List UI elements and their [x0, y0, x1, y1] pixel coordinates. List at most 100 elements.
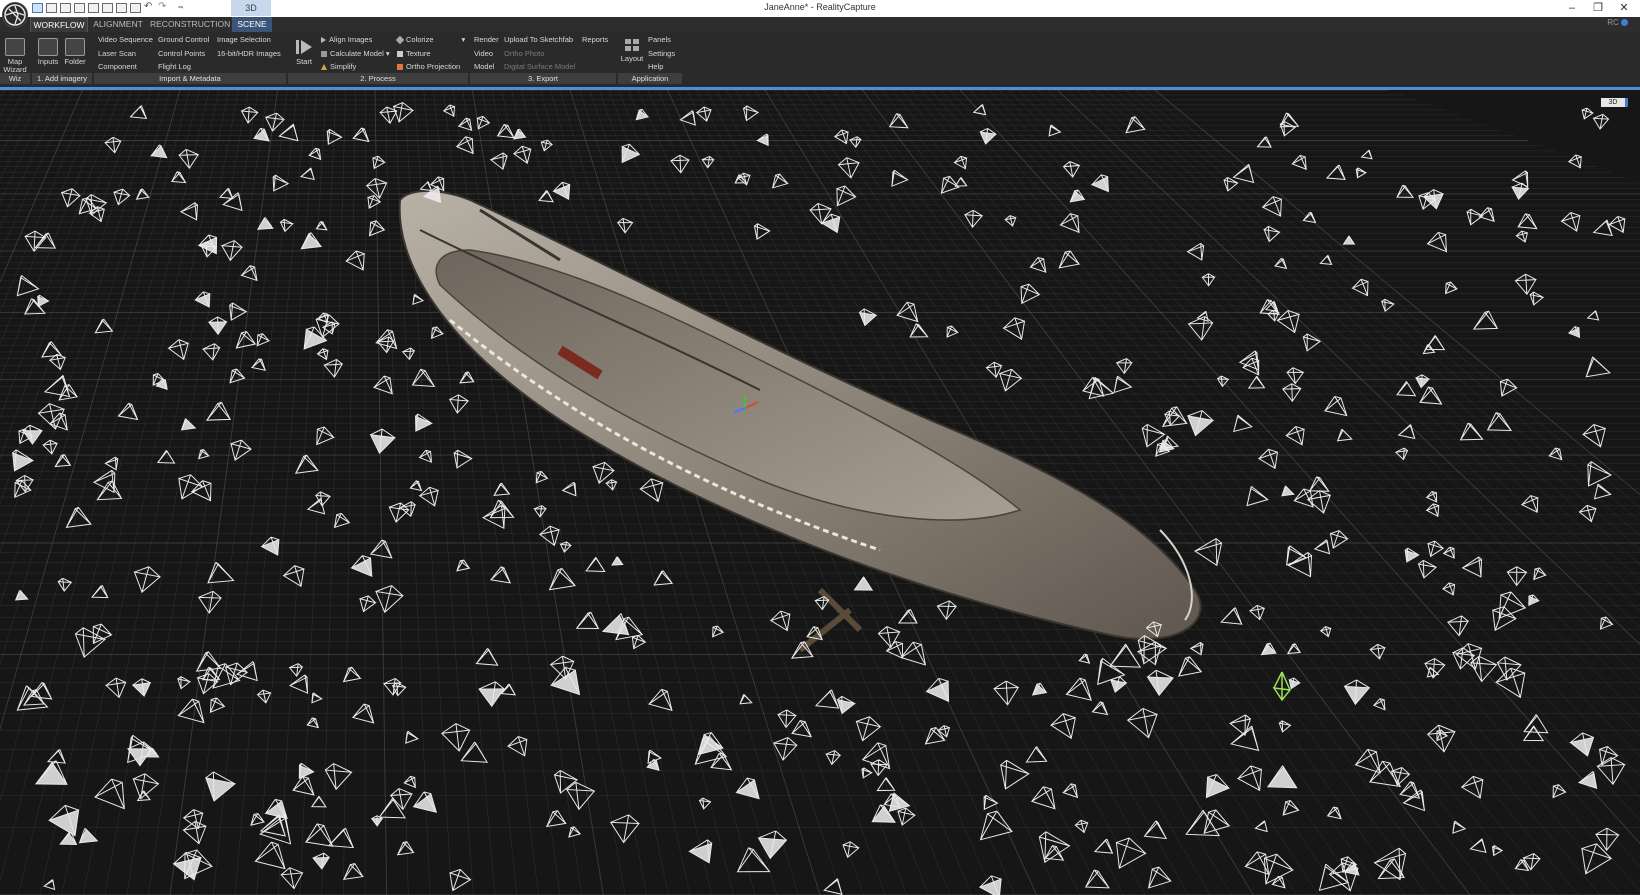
camera-frustum[interactable] [221, 240, 244, 262]
camera-frustum[interactable] [475, 648, 499, 666]
camera-frustum[interactable] [113, 188, 131, 206]
camera-frustum[interactable] [312, 852, 331, 870]
camera-frustum[interactable] [403, 775, 416, 789]
camera-frustum[interactable] [476, 115, 491, 130]
camera-frustum[interactable] [194, 291, 211, 308]
camera-frustum[interactable] [1062, 161, 1081, 178]
inputs-button[interactable]: Inputs [36, 38, 60, 66]
camera-frustum[interactable] [1254, 820, 1268, 833]
camera-frustum[interactable] [493, 482, 511, 497]
camera-frustum[interactable] [1319, 626, 1332, 638]
camera-frustum[interactable] [170, 171, 187, 184]
camera-frustum[interactable] [12, 449, 35, 472]
camera-frustum[interactable] [198, 448, 210, 460]
camera-frustum[interactable] [790, 720, 812, 738]
camera-frustum[interactable] [979, 127, 998, 145]
camera-frustum[interactable] [172, 851, 202, 881]
camera-frustum[interactable] [205, 401, 232, 421]
camera-frustum[interactable] [298, 762, 315, 780]
camera-frustum[interactable] [1025, 746, 1048, 763]
camera-frustum[interactable] [316, 426, 335, 446]
camera-frustum[interactable] [1278, 720, 1292, 733]
camera-frustum[interactable] [54, 454, 72, 468]
camera-frustum[interactable] [739, 693, 753, 705]
camera-frustum[interactable] [369, 428, 396, 454]
selected-camera-frustum[interactable] [1272, 671, 1292, 702]
camera-frustum[interactable] [1058, 250, 1081, 269]
camera-frustum[interactable] [294, 454, 319, 474]
camera-frustum[interactable] [359, 595, 377, 613]
camera-frustum[interactable] [757, 830, 788, 860]
camera-frustum[interactable] [855, 716, 882, 742]
camera-frustum[interactable] [1069, 189, 1086, 203]
camera-frustum[interactable] [1514, 859, 1530, 872]
camera-frustum[interactable] [94, 318, 114, 334]
camera-frustum[interactable] [229, 368, 246, 384]
camera-frustum[interactable] [1492, 606, 1517, 632]
camera-frustum[interactable] [885, 640, 904, 659]
camera-frustum[interactable] [43, 374, 71, 398]
camera-frustum[interactable] [1419, 386, 1443, 405]
camera-frustum[interactable] [449, 869, 472, 892]
camera-frustum[interactable] [264, 112, 286, 132]
camera-frustum[interactable] [442, 104, 456, 117]
camera-frustum[interactable] [669, 154, 690, 174]
camera-frustum[interactable] [621, 143, 641, 164]
camera-frustum[interactable] [411, 368, 436, 388]
camera-frustum[interactable] [16, 275, 40, 297]
simplify-button[interactable]: Simplify [321, 62, 356, 72]
camera-frustum[interactable] [1308, 476, 1330, 492]
camera-frustum[interactable] [735, 777, 760, 800]
camera-frustum[interactable] [1281, 485, 1295, 497]
control-points-button[interactable]: Control Points [158, 49, 205, 59]
tab-reconstruction[interactable]: RECONSTRUCTION [150, 17, 230, 32]
camera-frustum[interactable] [836, 185, 857, 207]
camera-frustum[interactable] [1323, 395, 1348, 417]
camera-frustum[interactable] [1143, 820, 1168, 840]
camera-frustum[interactable] [985, 361, 1003, 379]
camera-frustum[interactable] [1394, 447, 1409, 461]
folder-button[interactable]: Folder [63, 38, 87, 66]
camera-frustum[interactable] [540, 139, 554, 152]
camera-frustum[interactable] [1287, 552, 1313, 578]
camera-frustum[interactable] [1424, 335, 1446, 351]
camera-frustum[interactable] [412, 791, 438, 813]
reports-button[interactable]: Reports [582, 35, 608, 45]
camera-frustum[interactable] [303, 326, 328, 350]
camera-frustum[interactable] [979, 810, 1014, 841]
camera-frustum[interactable] [74, 627, 107, 659]
tab-workflow[interactable]: WORKFLOW [30, 17, 88, 32]
camera-frustum[interactable] [1146, 669, 1175, 697]
camera-frustum[interactable] [1496, 656, 1522, 681]
camera-frustum[interactable] [842, 841, 860, 859]
camera-frustum[interactable] [104, 456, 119, 471]
camera-frustum[interactable] [1608, 215, 1626, 234]
camera-frustum[interactable] [512, 128, 527, 140]
camera-frustum[interactable] [333, 512, 351, 529]
camera-frustum[interactable] [1506, 566, 1528, 587]
camera-frustum[interactable] [964, 209, 984, 229]
camera-frustum[interactable] [34, 760, 68, 785]
3d-viewport[interactable]: 3D [0, 90, 1640, 895]
camera-frustum[interactable] [375, 329, 398, 350]
camera-frustum[interactable] [925, 677, 950, 703]
camera-frustum[interactable] [972, 104, 987, 116]
settings-button[interactable]: Settings [648, 49, 675, 59]
camera-frustum[interactable] [280, 867, 304, 890]
camera-frustum[interactable] [833, 129, 849, 145]
camera-frustum[interactable] [688, 839, 713, 864]
camera-frustum[interactable] [254, 841, 286, 870]
camera-frustum[interactable] [1593, 483, 1612, 500]
camera-frustum[interactable] [376, 336, 395, 354]
camera-frustum[interactable] [401, 347, 416, 361]
camera-frustum[interactable] [1529, 291, 1545, 306]
camera-frustum[interactable] [568, 826, 582, 838]
camera-frustum[interactable] [1577, 771, 1598, 789]
camera-frustum[interactable] [90, 585, 109, 599]
camera-frustum[interactable] [983, 794, 999, 811]
camera-frustum[interactable] [870, 759, 888, 777]
camera-frustum[interactable] [342, 863, 364, 881]
camera-frustum[interactable] [1548, 447, 1563, 461]
camera-frustum[interactable] [418, 486, 439, 507]
camera-frustum[interactable] [993, 680, 1020, 706]
